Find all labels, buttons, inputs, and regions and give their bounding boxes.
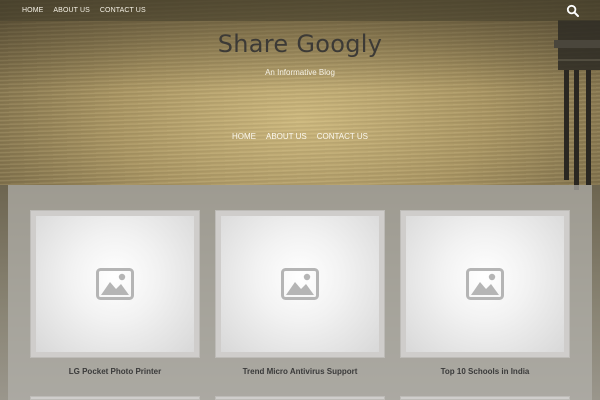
main-nav-about-us[interactable]: ABOUT US: [266, 132, 307, 141]
post-card-next-row: [215, 396, 385, 400]
image-placeholder-icon: [466, 268, 504, 300]
top-nav: HOME ABOUT US CONTACT US: [22, 0, 156, 21]
post-title[interactable]: Trend Micro Antivirus Support: [215, 367, 385, 376]
image-placeholder-icon: [281, 268, 319, 300]
site-tagline: An Informative Blog: [265, 68, 335, 77]
post-thumbnail[interactable]: [400, 210, 570, 358]
post-card[interactable]: Trend Micro Antivirus Support: [215, 210, 385, 376]
main-nav: HOME ABOUT US CONTACT US: [0, 132, 600, 141]
image-placeholder-icon: [96, 268, 134, 300]
search-icon[interactable]: [566, 4, 580, 18]
top-nav-contact-us[interactable]: CONTACT US: [100, 7, 146, 14]
post-card-next-row: [30, 396, 200, 400]
pier-image: [554, 20, 600, 190]
post-title[interactable]: LG Pocket Photo Printer: [30, 367, 200, 376]
main-nav-home[interactable]: HOME: [232, 132, 256, 141]
post-card[interactable]: Top 10 Schools in India: [400, 210, 570, 376]
top-nav-home[interactable]: HOME: [22, 7, 43, 14]
post-thumbnail[interactable]: [215, 210, 385, 358]
post-title[interactable]: Top 10 Schools in India: [400, 367, 570, 376]
post-thumbnail[interactable]: [30, 210, 200, 358]
post-card[interactable]: LG Pocket Photo Printer: [30, 210, 200, 376]
top-nav-about-us[interactable]: ABOUT US: [53, 7, 89, 14]
main-nav-contact-us[interactable]: CONTACT US: [317, 132, 368, 141]
post-card-next-row: [400, 396, 570, 400]
site-title[interactable]: Share Googly: [0, 30, 600, 58]
